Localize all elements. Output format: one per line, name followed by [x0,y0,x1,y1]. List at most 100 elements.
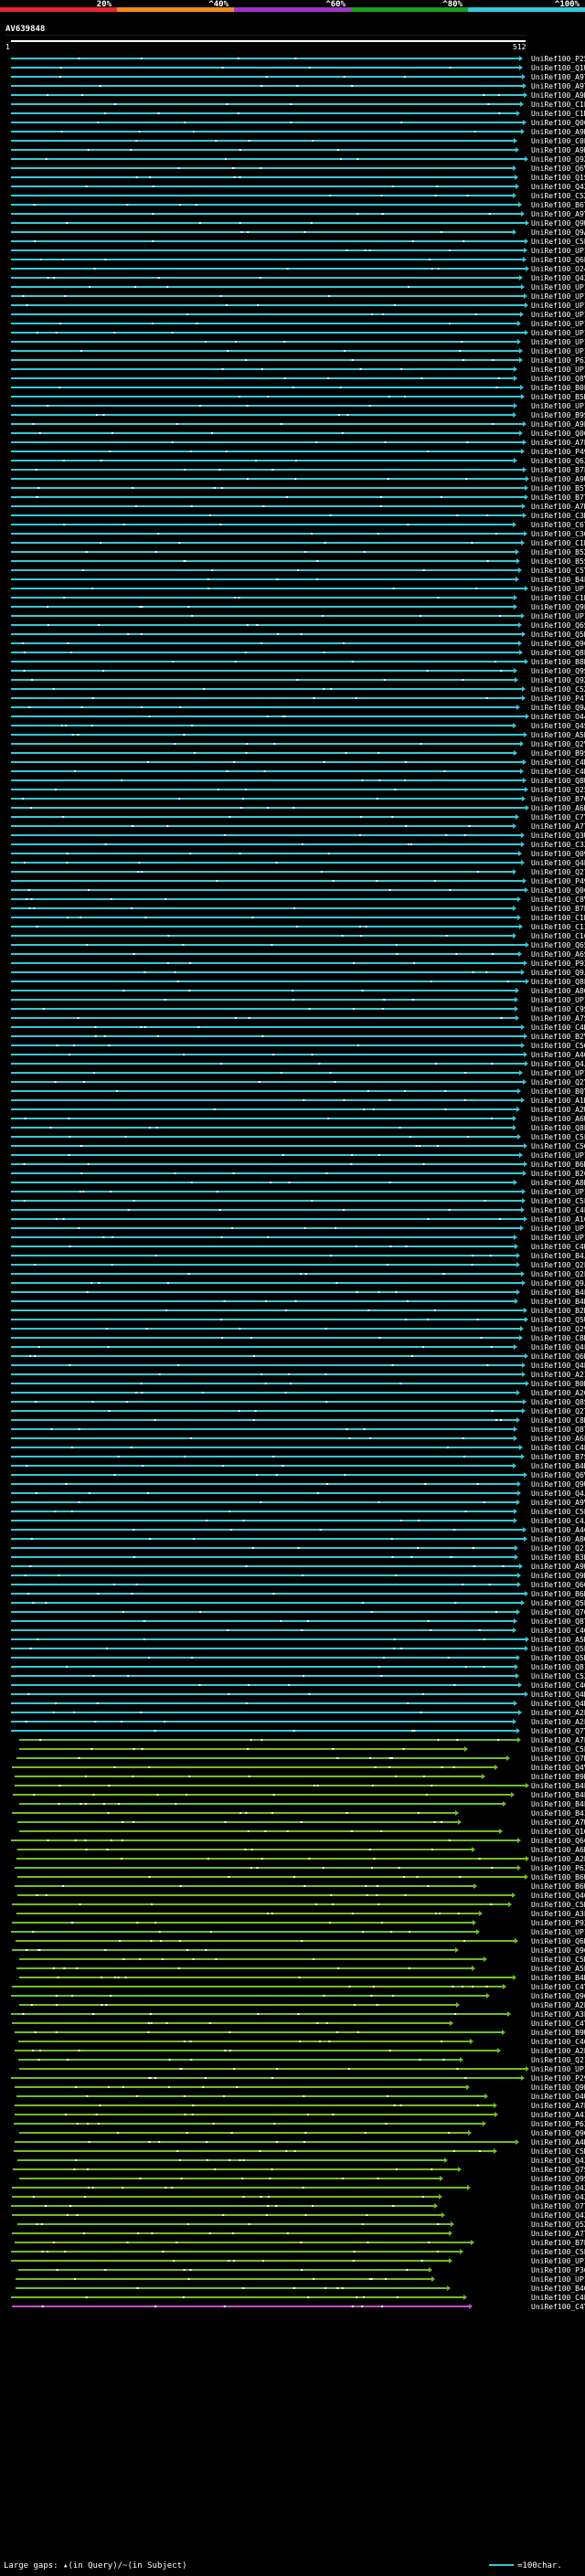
hit-label[interactable]: UniRef100_UP1000.. [531,1069,585,1077]
hit-row[interactable]: UniRef100_C5YV24 [11,567,585,575]
hit-row[interactable]: UniRef100_Q09KA1 [11,850,585,858]
hit-row[interactable]: UniRef100_B5Y3Y1 [11,484,585,493]
hit-label[interactable]: UniRef100_Q9XM20 [531,676,585,684]
hit-row[interactable]: UniRef100_UP1000.. [11,338,585,346]
hit-label[interactable]: UniRef100_A8N615 [531,1179,585,1187]
hit-row[interactable]: UniRef100_P93340 [11,959,585,968]
hit-row[interactable]: UniRef100_B4NMB5 [19,1974,585,1982]
hit-row[interactable]: UniRef100_C1MZG8 [11,110,585,118]
hit-label[interactable]: UniRef100_C1I1Z6 [531,923,585,931]
hit-label[interactable]: UniRef100_B7PJ79 [531,2239,585,2247]
hit-label[interactable]: UniRef100_Q7Q0T5 [531,1608,585,1617]
hit-row[interactable]: UniRef100_Q6EEB0 [11,256,585,264]
hit-row[interactable]: UniRef100_B7T1N8 [11,493,585,502]
hit-label[interactable]: UniRef100_A6RKM7 [531,1846,585,1854]
hit-row[interactable]: UniRef100_Q5U2C1 [11,1316,585,1324]
hit-row[interactable]: UniRef100_B4IZB0 [12,1809,585,1818]
hit-row[interactable]: UniRef100_A7T5L1 [12,2230,585,2238]
hit-row[interactable]: UniRef100_P47721 [11,694,585,703]
hit-row[interactable]: UniRef100_B3RBZ1 [11,1553,585,1562]
hit-row[interactable]: UniRef100_A1DNZ9 [11,1097,585,1105]
hit-row[interactable]: UniRef100_A4HSZ7 [15,2138,585,2147]
hit-label[interactable]: UniRef100_C1C2G1 [531,932,585,940]
hit-label[interactable]: UniRef100_P47721 [531,694,585,703]
hit-label[interactable]: UniRef100_A7S9H5 [531,1014,585,1023]
hit-label[interactable]: UniRef100_C0PTF3 [531,137,585,145]
hit-row[interactable]: UniRef100_Q8T6T3 [11,1617,585,1626]
hit-row[interactable]: UniRef100_C5E107 [11,2248,585,2256]
hit-label[interactable]: UniRef100_A1DNZ9 [531,1097,585,1105]
hit-label[interactable]: UniRef100_Q6EEB0 [531,256,585,264]
hit-row[interactable]: UniRef100_O7T371 [11,2202,585,2210]
hit-label[interactable]: UniRef100_B2KDC3 [531,1307,585,1315]
hit-row[interactable]: UniRef100_P93103 [12,1919,585,1927]
hit-label[interactable]: UniRef100_C4NPL5 [531,768,585,776]
hit-row[interactable]: UniRef100_C4YT14 [12,2019,585,2028]
hit-row[interactable]: UniRef100_A2WUI3 [11,1106,585,1114]
hit-row[interactable]: UniRef100_B4JEJ0 [11,1252,585,1260]
hit-label[interactable]: UniRef100_Q2FBK6 [531,1270,585,1278]
hit-label[interactable]: UniRef100_O4U7Y7 [531,2093,585,2101]
hit-row[interactable]: UniRef100_Q9W7I1 [11,219,585,228]
hit-label[interactable]: UniRef100_Q2TSM4 [531,1407,585,1415]
hit-label[interactable]: UniRef100_A2F1Z4 [531,1718,585,1726]
hit-label[interactable]: UniRef100_UP1000.. [531,338,585,346]
hit-label[interactable]: UniRef100_Q6SQ95 [531,621,585,630]
hit-label[interactable]: UniRef100_C5NIL0 [531,1901,585,1909]
hit-row[interactable]: UniRef100_A2F1Z4 [11,1718,585,1726]
hit-row[interactable]: UniRef100_C8DB40 [11,1334,585,1342]
hit-label[interactable]: UniRef100_A4QZ76 [531,1051,585,1059]
hit-row[interactable]: UniRef100_A9WJ71 [11,1563,585,1571]
hit-label[interactable]: UniRef100_B7PK02 [531,905,585,913]
hit-label[interactable]: UniRef100_A9RFN7 [531,128,585,136]
hit-label[interactable]: UniRef100_Q00SS7 [531,119,585,127]
hit-label[interactable]: UniRef100_C7YY79 [531,813,585,822]
hit-row[interactable]: UniRef100_Q5RDC3 [11,631,585,639]
hit-row[interactable]: UniRef100_C5NIL0 [12,1901,585,1909]
hit-row[interactable]: UniRef100_Q4KH19 [11,1691,585,1699]
hit-label[interactable]: UniRef100_P93340 [531,959,585,968]
hit-label[interactable]: UniRef100_Q8T6T3 [531,1617,585,1626]
hit-label[interactable]: UniRef100_Q65YU3 [531,941,585,949]
hit-label[interactable]: UniRef100_Q1SGE0 [531,174,585,182]
hit-label[interactable]: UniRef100_C4Y0A0 [531,2303,585,2311]
hit-row[interactable]: UniRef100_B4FKM1 [11,576,585,584]
hit-label[interactable]: UniRef100_C3KHC5 [531,512,585,520]
hit-row[interactable]: UniRef100_O43943 [12,2193,585,2201]
hit-label[interactable]: UniRef100_B4LCS2 [531,1791,585,1799]
hit-row[interactable]: UniRef100_UP1000.. [11,1069,585,1077]
hit-row[interactable]: UniRef100_Q7R549 [16,1754,585,1763]
hit-label[interactable]: UniRef100_A2EB83 [531,2047,585,2055]
hit-label[interactable]: UniRef100_Q96H53 [531,1946,585,1955]
hit-label[interactable]: UniRef100_Q5EG69 [531,1645,585,1653]
hit-label[interactable]: UniRef100_UP1000.. [531,1224,585,1233]
hit-row[interactable]: UniRef100_Q21164 [18,2056,585,2064]
hit-row[interactable]: UniRef100_C4L8K2 [11,1206,585,1214]
hit-label[interactable]: UniRef100_B4JEJ0 [531,1252,585,1260]
hit-label[interactable]: UniRef100_Q42248 [531,274,585,282]
hit-row[interactable]: UniRef100_C3Z4ZF [11,841,585,849]
hit-row[interactable]: UniRef100_B7PK02 [11,905,585,913]
hit-row[interactable]: UniRef100_UP1000.. [11,1224,585,1233]
hit-row[interactable]: UniRef100_UP1000.. [11,1234,585,1242]
hit-label[interactable]: UniRef100_Q25189 [531,786,585,794]
hit-row[interactable]: UniRef100_Q7S9C3 [13,2166,585,2174]
hit-label[interactable]: UniRef100_P93103 [531,1919,585,1927]
hit-label[interactable]: UniRef100_Q8L225 [531,1124,585,1132]
hit-label[interactable]: UniRef100_Q4N208 [531,1700,585,1708]
hit-row[interactable]: UniRef100_A6LST1 [11,1435,585,1443]
hit-row[interactable]: UniRef100_C9SUI1 [11,1005,585,1013]
hit-label[interactable]: UniRef100_C5YV24 [531,567,585,575]
hit-label[interactable]: UniRef100_C4NWG2 [531,1023,585,1032]
hit-row[interactable]: UniRef100_C5G6G5 [11,1142,585,1150]
hit-row[interactable]: UniRef100_Q4VUJ3 [12,1764,585,1772]
hit-row[interactable]: UniRef100_B2KDC3 [11,1307,585,1315]
hit-label[interactable]: UniRef100_C4YT14 [531,2019,585,2028]
hit-label[interactable]: UniRef100_UP1000.. [531,247,585,255]
hit-label[interactable]: UniRef100_C5XSZ1 [531,685,585,694]
hit-row[interactable]: UniRef100_Q6VEJ7 [11,164,585,173]
hit-row[interactable]: UniRef100_A9NWU9 [11,146,585,154]
hit-row[interactable]: UniRef100_C8V4Q0 [11,896,585,904]
hit-label[interactable]: UniRef100_Q9SNU3 [531,2175,585,2183]
hit-row[interactable]: UniRef100_A7RN35 [11,503,585,511]
